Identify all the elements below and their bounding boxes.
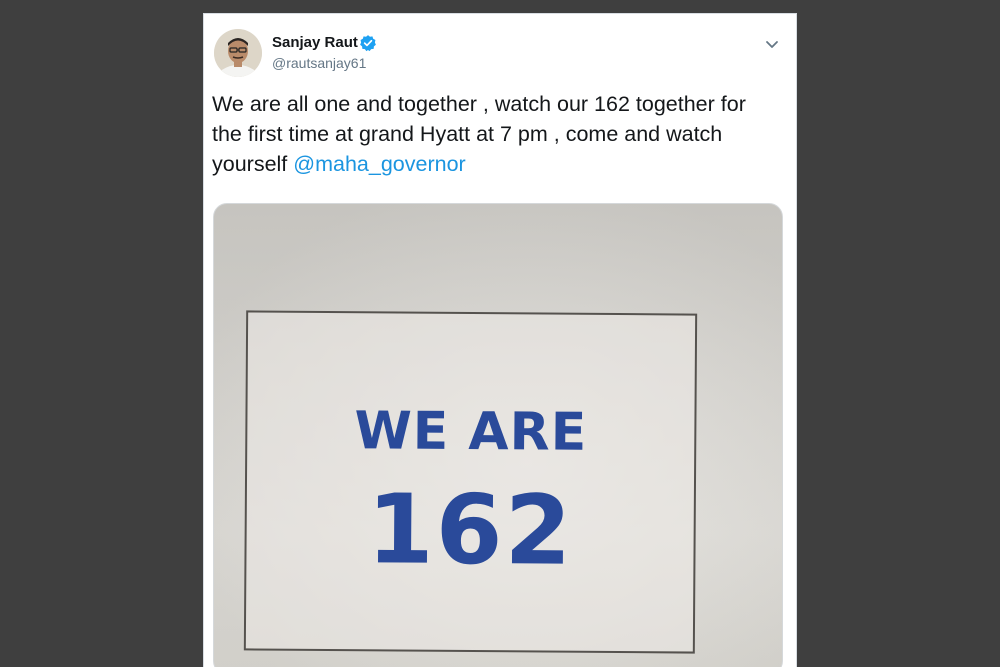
poster-headline: WE ARE [354, 401, 588, 463]
chevron-down-icon[interactable] [764, 36, 780, 52]
author-name[interactable]: Sanjay Raut [272, 34, 358, 51]
tweet-text: We are all one and together , watch our … [212, 89, 772, 179]
tweet-card: Sanjay Raut @rautsanjay61 We are all one… [203, 13, 797, 667]
avatar-image [214, 29, 262, 77]
verified-badge-icon [360, 35, 376, 52]
mention-link[interactable]: @maha_governor [293, 152, 465, 176]
avatar[interactable] [214, 29, 262, 77]
poster-frame: WE ARE 162 [243, 310, 698, 654]
tweet-media-image[interactable]: WE ARE 162 [213, 203, 783, 667]
author-handle[interactable]: @rautsanjay61 [272, 55, 366, 71]
poster-number: 162 [366, 473, 574, 587]
